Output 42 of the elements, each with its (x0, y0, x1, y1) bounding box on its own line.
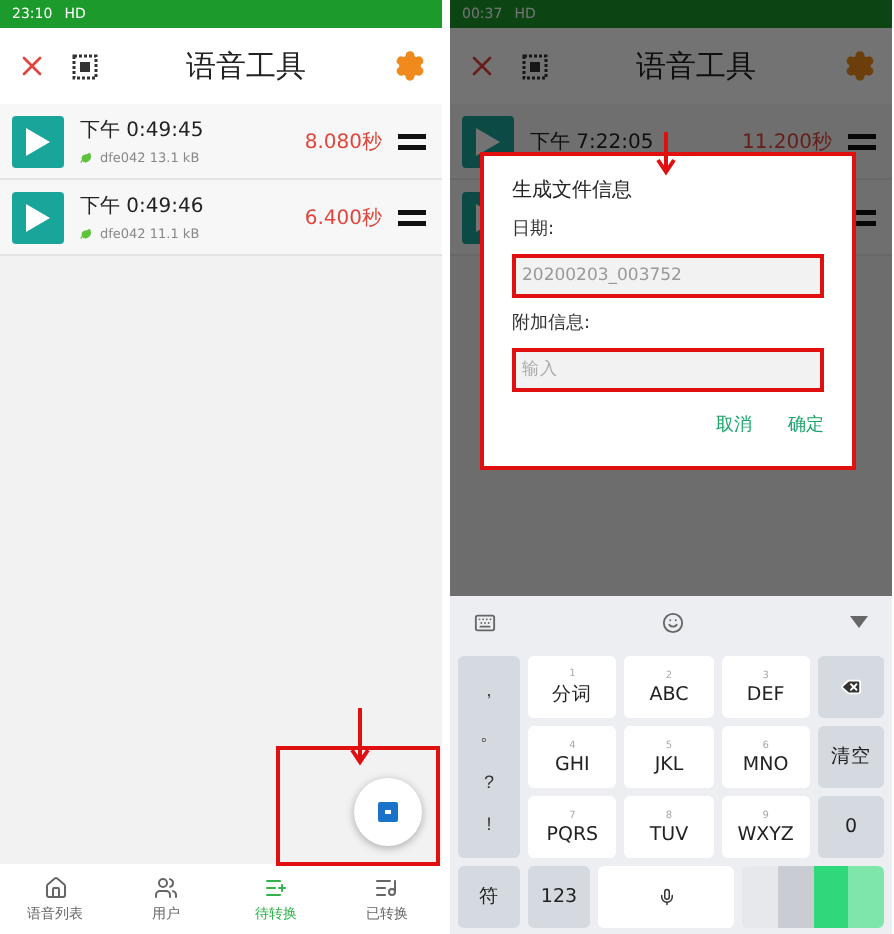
note-field[interactable]: 输入 (512, 348, 824, 392)
app-title: 语音工具 (634, 47, 758, 85)
zero-key[interactable]: 0 (817, 796, 884, 858)
leaf-icon (80, 152, 92, 164)
recording-duration: 6.400秒 (304, 205, 382, 231)
clear-key[interactable]: 清空 (817, 726, 884, 788)
field-label: 日期: (512, 217, 557, 242)
play-icon (26, 127, 50, 155)
symbols-key[interactable]: 符 (458, 866, 520, 928)
square-icon (378, 802, 398, 822)
pending-icon (264, 875, 289, 899)
symbol-key[interactable]: 。 (480, 722, 498, 749)
blurred-keys (742, 866, 884, 928)
numbers-key[interactable]: 123 (528, 866, 590, 928)
emoji-icon[interactable] (662, 611, 684, 633)
microphone-icon (657, 888, 675, 906)
recording-time: 下午 0:49:46 (80, 194, 204, 220)
recording-time: 下午 0:49:45 (80, 118, 204, 144)
symbol-key[interactable]: ? (483, 771, 494, 792)
leaf-icon (80, 228, 92, 240)
play-icon (26, 203, 50, 231)
backspace-key[interactable] (817, 656, 884, 718)
backspace-icon (839, 676, 862, 698)
recording-time: 下午 7:22:05 (530, 129, 654, 155)
dialog-title: 生成文件信息 (512, 177, 634, 204)
home-icon (43, 875, 68, 899)
users-icon (153, 875, 178, 899)
recording-duration: 8.080秒 (304, 129, 382, 155)
caret-icon[interactable] (850, 616, 868, 628)
app-title: 语音工具 (184, 47, 308, 85)
floating-action-button[interactable] (354, 778, 422, 846)
scan-frame-icon[interactable] (72, 53, 98, 79)
menu-icon[interactable] (398, 133, 426, 149)
symbol-key[interactable]: , (486, 679, 492, 700)
field-label: 附加信息: (512, 311, 593, 336)
symbol-key[interactable]: ! (486, 814, 492, 835)
keyboard-icon[interactable] (474, 611, 496, 633)
recording-duration: 11.200秒 (742, 129, 832, 155)
arrow-icon (350, 708, 370, 766)
settings-icon[interactable] (394, 50, 426, 82)
menu-icon[interactable] (398, 209, 426, 225)
done-icon (374, 875, 399, 899)
